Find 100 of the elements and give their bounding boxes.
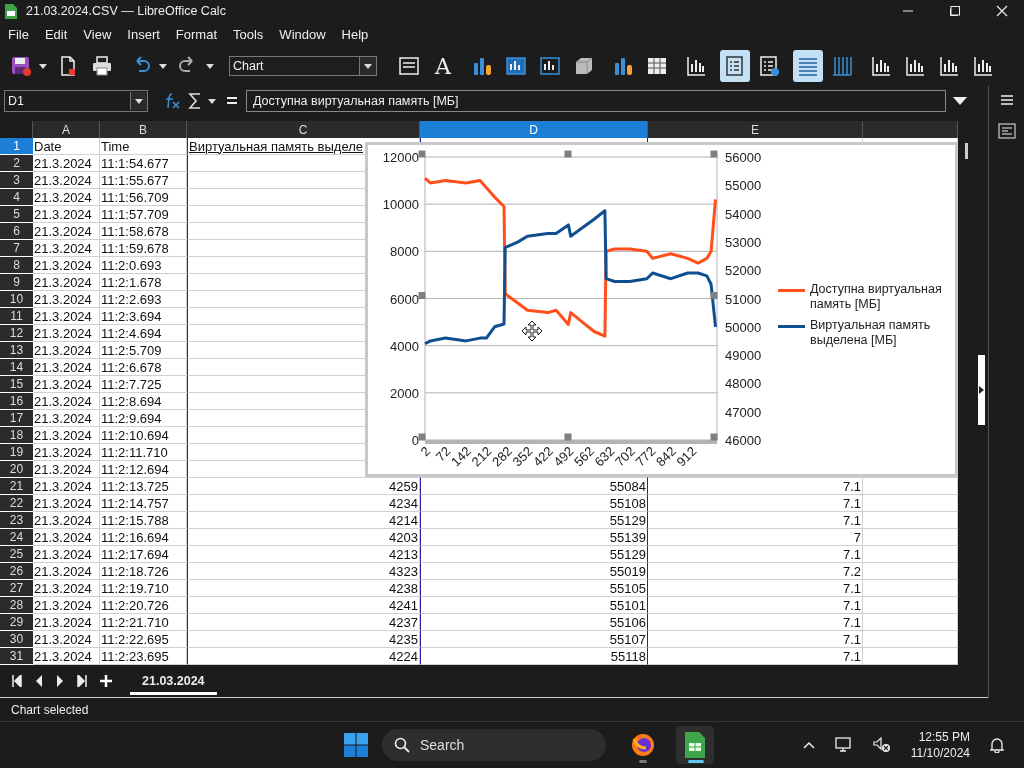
table-cell: 21.3.2024	[33, 189, 100, 206]
row-header[interactable]: 17	[0, 410, 33, 427]
row-header[interactable]: 29	[0, 614, 33, 631]
row-header[interactable]: 14	[0, 359, 33, 376]
caret-icon[interactable]	[206, 63, 214, 69]
close-icon[interactable]	[996, 5, 1008, 17]
network-icon[interactable]	[834, 737, 853, 753]
row-header[interactable]: 16	[0, 393, 33, 410]
corner-cell[interactable]	[0, 121, 33, 138]
caret-icon[interactable]	[39, 63, 47, 69]
sum-icon[interactable]	[188, 92, 202, 110]
name-box[interactable]: D1	[4, 90, 148, 112]
table-cell: 7.1	[648, 512, 863, 529]
row-header[interactable]: 22	[0, 495, 33, 512]
vertical-lines-icon	[831, 55, 853, 77]
table-cell: 11:2:19.710	[100, 580, 187, 597]
menu-item[interactable]: Window	[274, 26, 331, 42]
row-header[interactable]: 7	[0, 240, 33, 257]
column-header[interactable]: D	[420, 121, 648, 138]
row-header[interactable]: 31	[0, 648, 33, 665]
expand-icon[interactable]	[953, 97, 967, 105]
menu-item[interactable]: Tools	[228, 26, 269, 42]
row-header[interactable]: 25	[0, 546, 33, 563]
table-cell: 55107	[420, 631, 648, 648]
caret-icon[interactable]	[159, 63, 167, 69]
menu-item[interactable]: View	[78, 26, 117, 42]
chevron-up-icon[interactable]	[802, 741, 815, 749]
next-sheet-icon[interactable]	[56, 675, 64, 687]
row-header[interactable]: 27	[0, 580, 33, 597]
menu-item[interactable]: Insert	[122, 26, 165, 42]
properties-icon[interactable]	[997, 123, 1016, 139]
row-header[interactable]: 24	[0, 529, 33, 546]
column-header[interactable]: C	[187, 121, 420, 138]
row-header[interactable]: 21	[0, 478, 33, 495]
row-header[interactable]: 23	[0, 512, 33, 529]
speaker-muted-icon[interactable]	[872, 737, 891, 753]
row-header[interactable]: 28	[0, 597, 33, 614]
row-header[interactable]: 10	[0, 291, 33, 308]
column-header[interactable]: A	[33, 121, 100, 138]
table-cell: 55084	[420, 478, 648, 495]
maximize-icon[interactable]	[949, 5, 961, 17]
row-header[interactable]: 9	[0, 274, 33, 291]
row-header[interactable]: 2	[0, 155, 33, 172]
add-sheet-icon[interactable]	[100, 675, 112, 687]
table-cell: 11:2:14.757	[100, 495, 187, 512]
row-header[interactable]: 3	[0, 172, 33, 189]
table-cell: 21.3.2024	[33, 529, 100, 546]
first-sheet-icon[interactable]	[12, 675, 22, 687]
row-header[interactable]: 6	[0, 223, 33, 240]
row-header[interactable]: 15	[0, 376, 33, 393]
row-header[interactable]: 18	[0, 427, 33, 444]
legend-button[interactable]	[720, 50, 750, 82]
sidebar-toggle[interactable]	[978, 355, 985, 425]
sheet-tab[interactable]: 21.03.2024	[130, 667, 217, 695]
row-header[interactable]: 26	[0, 563, 33, 580]
object-select[interactable]: Chart	[229, 56, 377, 76]
legend-label: Виртуальная память выделена [МБ]	[810, 318, 932, 348]
table-cell: 11:2:18.726	[100, 563, 187, 580]
font-button[interactable]: A	[428, 50, 458, 82]
caret-icon[interactable]	[208, 98, 216, 104]
table-cell: 55129	[420, 512, 648, 529]
caret-icon	[364, 63, 372, 69]
row-header[interactable]: 20	[0, 461, 33, 478]
table-cell: 21.3.2024	[33, 393, 100, 410]
column-header[interactable]: E	[648, 121, 863, 138]
row-header[interactable]: 1	[0, 138, 33, 155]
row-header[interactable]: 30	[0, 631, 33, 648]
previous-sheet-icon[interactable]	[35, 675, 43, 687]
row-header[interactable]: 11	[0, 308, 33, 325]
start-button[interactable]	[344, 733, 368, 757]
row-header[interactable]: 8	[0, 257, 33, 274]
table-cell: 11:2:4.694	[100, 325, 187, 342]
column-header[interactable]: B	[100, 121, 187, 138]
chart-frame[interactable]	[365, 142, 958, 477]
horizontal-grid-button[interactable]	[793, 50, 823, 82]
table-cell: 7.1	[648, 580, 863, 597]
last-sheet-icon[interactable]	[77, 675, 87, 687]
spreadsheet-app-icon	[5, 3, 17, 19]
menu-item[interactable]: File	[3, 26, 34, 42]
taskbar-app[interactable]	[676, 726, 714, 764]
menu-item[interactable]: Format	[170, 26, 222, 42]
row-header[interactable]: 4	[0, 189, 33, 206]
row-header[interactable]: 12	[0, 325, 33, 342]
menu-item[interactable]: Edit	[39, 26, 73, 42]
table-cell: 4213	[187, 546, 420, 563]
row-header[interactable]: 5	[0, 206, 33, 223]
menu-icon[interactable]	[1000, 95, 1013, 105]
table-cell: 21.3.2024	[33, 580, 100, 597]
formula-input[interactable]: Доступна виртуальная память [МБ]	[246, 90, 946, 112]
axis-tick-label: 6000	[390, 291, 419, 307]
row-header[interactable]: 13	[0, 342, 33, 359]
table-cell: 21.3.2024	[33, 461, 100, 478]
table-cell: 21.3.2024	[33, 444, 100, 461]
function-wizard-icon[interactable]	[163, 92, 181, 110]
table-cell: 4323	[187, 563, 420, 580]
row-header[interactable]: 19	[0, 444, 33, 461]
notification-bell-icon[interactable]	[990, 737, 1004, 753]
menu-item[interactable]: Help	[336, 26, 374, 42]
search-field[interactable]: Search	[382, 729, 606, 761]
table-cell: 11:1:55.677	[100, 172, 187, 189]
